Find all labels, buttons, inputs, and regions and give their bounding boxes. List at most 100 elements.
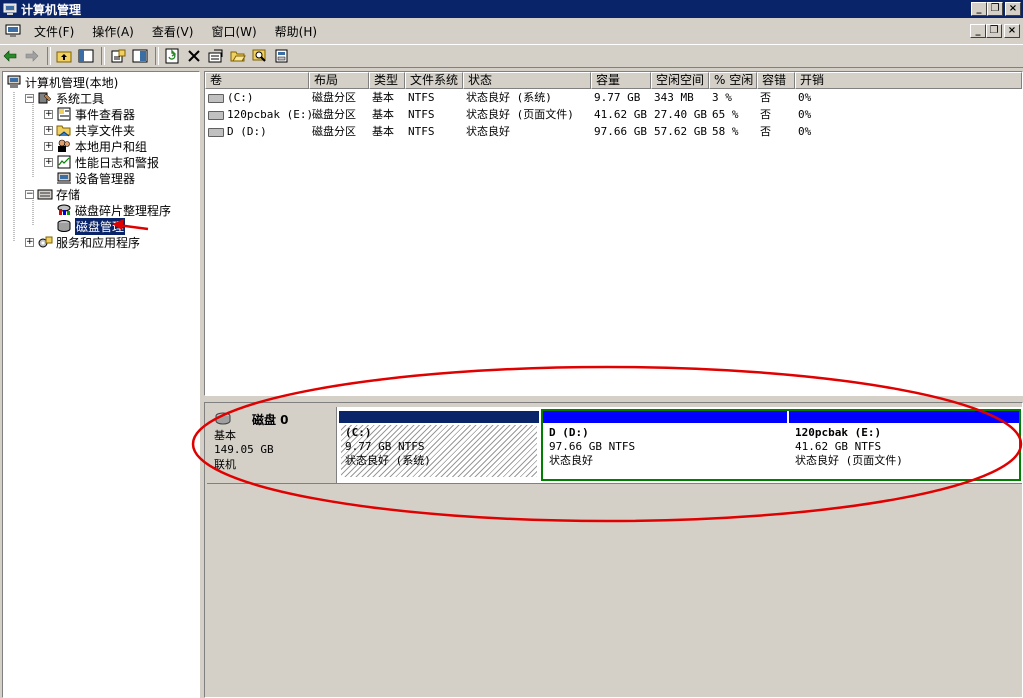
disk-type: 基本 [214,429,236,442]
up-one-level-button[interactable] [54,46,74,66]
col-volume-header[interactable]: 卷 [205,72,309,89]
refresh-button[interactable] [162,46,182,66]
volume-list[interactable]: 卷布局 类型 文件系统 状态 容量 空闲空间% 空闲 容错 开销 (C:) 磁盘分区 基本 NTFS 状… [204,71,1023,396]
partition-c-title: (C:) [345,426,372,439]
tree-item-label: 共享文件夹 [75,123,136,138]
disk-0-row[interactable]: 磁盘 0 基本 149.05 GB 联机 (C:) 9.77 GB NTFS 状… [207,407,1022,484]
mmc-document-icon[interactable] [5,24,21,38]
defrag-icon [57,204,71,215]
minimize-button[interactable]: _ [971,2,987,16]
expand-plus-icon[interactable]: + [44,125,53,135]
col-filesystem-header[interactable]: 文件系统 [405,72,463,89]
back-button[interactable] [0,46,20,66]
partition-c[interactable]: (C:) 9.77 GB NTFS 状态良好 (系统) [339,411,539,479]
menu-window[interactable]: 窗口(W) [202,23,265,40]
tree-item-label: 服务和应用程序 [56,235,141,250]
tree-item[interactable]: − 系统工具 [25,90,104,106]
expand-plus-icon[interactable]: + [25,237,34,247]
show-hide-tree-button[interactable] [76,46,96,66]
menu-help[interactable]: 帮助(H) [266,23,326,40]
tree-item[interactable]: + 服务和应用程序 [25,234,140,250]
tree-item[interactable]: 磁盘碎片整理程序 [44,202,171,218]
tree-item-label: 磁盘碎片整理程序 [75,203,172,218]
volume-drive-icon [208,110,224,120]
tree-item[interactable]: + 本地用户和组 [44,138,147,154]
properties-button[interactable] [108,46,128,66]
col-free-space-header[interactable]: 空闲空间 [651,72,709,89]
col-overhead-header[interactable]: 开销 [795,72,1022,89]
col-percent-free-header[interactable]: % 空闲 [709,72,757,89]
tree-item[interactable]: + 事件查看器 [44,106,135,122]
disk-settings-icon [275,49,288,63]
col-percent-free-cell: 65 % [712,108,739,121]
tree-item[interactable]: 计算机管理(本地) [6,74,118,90]
col-filesystem-cell: NTFS [408,108,435,121]
disk-0-info[interactable]: 磁盘 0 基本 149.05 GB 联机 [207,407,337,483]
partition-e-title: 120pcbak (E:) [795,426,882,439]
expand-plus-icon[interactable]: + [44,157,53,167]
col-capacity-header[interactable]: 容量 [591,72,651,89]
disk-status: 联机 [214,458,236,471]
tree-item[interactable]: 设备管理器 [44,170,135,186]
disk-size: 149.05 GB [214,443,274,456]
menu-view[interactable]: 查看(V) [143,23,203,40]
partition-d-title: D (D:) [549,426,589,439]
col-status-cell: 状态良好 (页面文件) [466,108,574,121]
storage-icon [37,189,53,200]
col-capacity-cell: 9.77 GB [594,91,641,104]
col-type-cell: 基本 [372,108,394,121]
tree-item-label: 设备管理器 [75,171,136,186]
col-status-header[interactable]: 状态 [463,72,591,89]
col-volume-cell: (C:) [208,90,254,106]
window-title-bar[interactable]: 计算机管理 _ ❐ × [0,0,1023,18]
menu-action[interactable]: 操作(A) [83,23,143,40]
properties-icon [111,49,126,63]
expand-plus-icon[interactable]: + [44,141,53,151]
open-button[interactable] [228,46,248,66]
settings-button[interactable] [272,46,292,66]
help-view-button[interactable] [130,46,150,66]
child-close-button[interactable]: × [1004,24,1020,38]
forward-button[interactable] [22,46,42,66]
partition-d[interactable]: D (D:) 97.66 GB NTFS 状态良好 [543,411,787,479]
restore-button[interactable]: ❐ [987,2,1003,16]
collapse-minus-icon[interactable]: − [25,93,34,103]
child-minimize-button[interactable]: _ [970,24,986,38]
volume-row[interactable]: D (D:) 磁盘分区 基本 NTFS 状态良好 97.66 GB 57.62 GB 58 %… [205,124,1022,140]
volume-name: D (D:) [227,125,267,138]
col-layout-cell: 磁盘分区 [312,125,356,138]
volume-drive-icon [208,127,224,137]
col-fault-tolerance-cell: 否 [760,108,771,121]
col-volume-cell: 120pcbak (E:) [208,107,313,123]
partition-e[interactable]: 120pcbak (E:) 41.62 GB NTFS 状态良好 (页面文件) [789,411,1019,479]
partition-e-bar [789,411,1019,423]
menu-file[interactable]: 文件(F) [25,23,83,40]
tree-item[interactable]: + 性能日志和警报 [44,154,159,170]
child-restore-button[interactable]: ❐ [986,24,1002,38]
col-status-cell: 状态良好 (系统) [466,91,552,104]
explore-button[interactable] [250,46,270,66]
disk-properties-button[interactable] [206,46,226,66]
col-fault-tolerance-header[interactable]: 容错 [757,72,795,89]
volume-row[interactable]: 120pcbak (E:) 磁盘分区 基本 NTFS 状态良好 (页面文件) 41.62 … [205,107,1022,123]
delete-button[interactable] [184,46,204,66]
col-percent-free-cell: 3 % [712,91,732,104]
volume-name: (C:) [227,91,254,104]
volume-row[interactable]: (C:) 磁盘分区 基本 NTFS 状态良好 (系统) 9.77 GB 343 MB 3 % 否… [205,90,1022,106]
tree-item-label: 事件查看器 [75,107,136,122]
partition-e-size: 41.62 GB NTFS [795,440,882,453]
tree-item[interactable]: − 存储 [25,186,80,202]
folder-up-icon [56,51,72,63]
services-icon [38,236,53,248]
partition-d-status: 状态良好 [549,454,593,467]
tree-item[interactable]: + 共享文件夹 [44,122,135,138]
expand-plus-icon[interactable]: + [44,109,53,119]
collapse-minus-icon[interactable]: − [25,189,34,199]
close-button[interactable]: × [1005,2,1021,16]
disk-graphical-view[interactable]: 磁盘 0 基本 149.05 GB 联机 (C:) 9.77 GB NTFS 状… [204,402,1023,698]
col-layout-header[interactable]: 布局 [309,72,369,89]
tree-item[interactable]: 磁盘管理 [44,216,127,236]
console-tree[interactable]: 计算机管理(本地) − 系统工具 + 事件查看器 + 共享文件夹 + 本地用户和组 + 性能日志和警… [2,71,200,698]
event-viewer-icon [57,107,71,121]
col-type-header[interactable]: 类型 [369,72,405,89]
